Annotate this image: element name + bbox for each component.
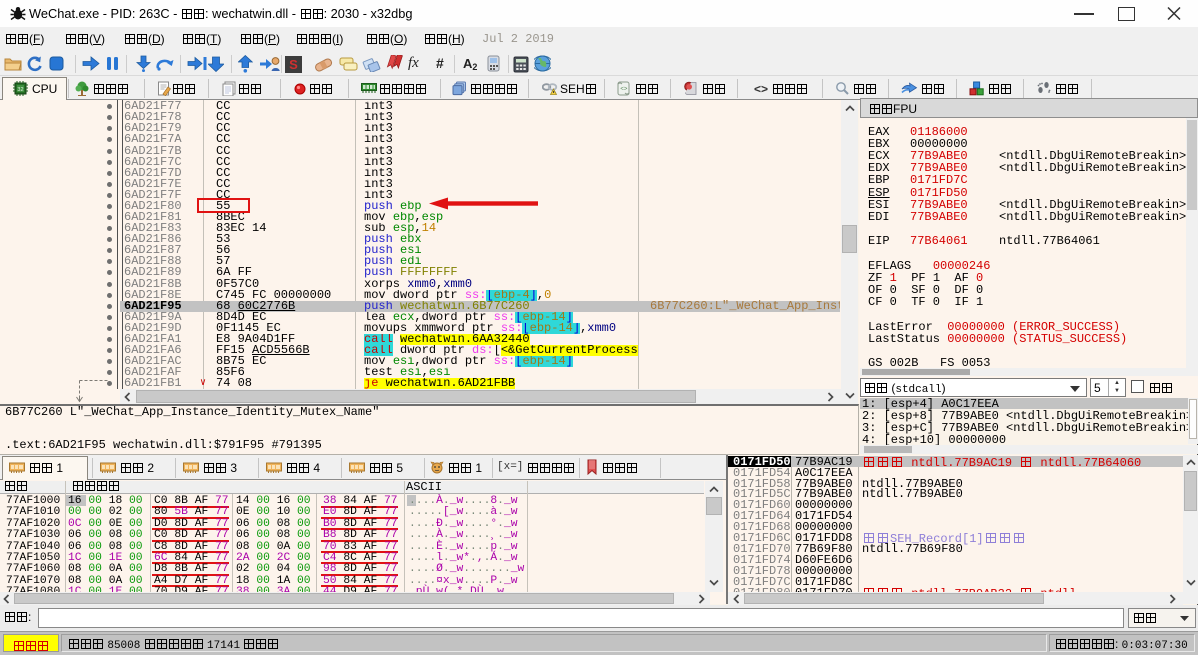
svg-text:32: 32 (17, 87, 23, 93)
svg-text:<>: <> (620, 87, 628, 93)
